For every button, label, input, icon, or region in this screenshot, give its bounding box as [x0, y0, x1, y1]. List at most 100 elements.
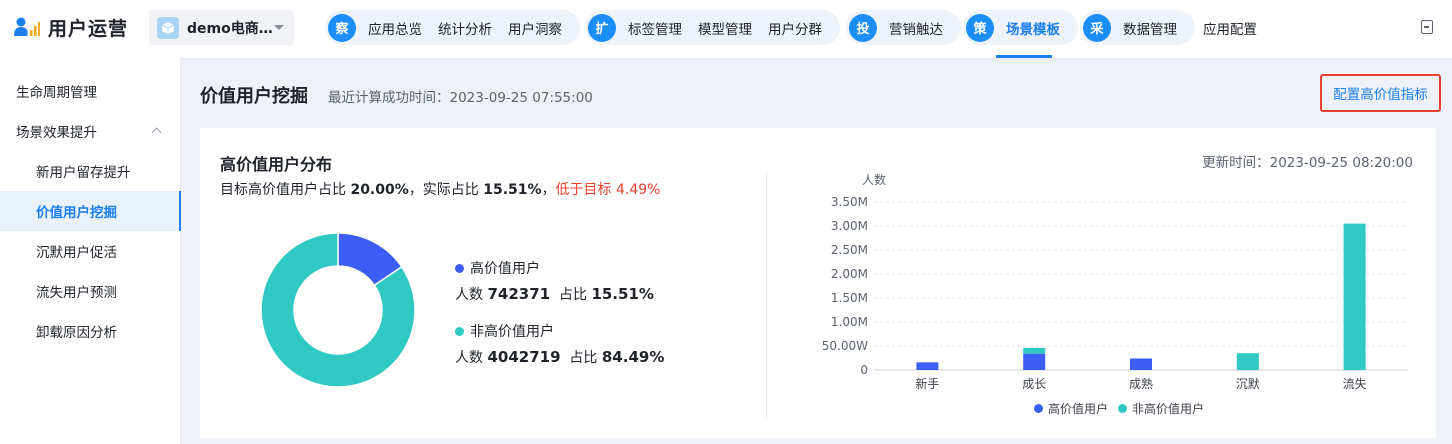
- y-tick-label: 2.00M: [831, 267, 868, 281]
- bar-沉默-非高价值用户[interactable]: [1236, 353, 1259, 370]
- nav-scene-templates[interactable]: 场景模板: [998, 18, 1068, 38]
- sidebar-item-label: 生命周期管理: [16, 85, 97, 101]
- bar-新手-高价值用户[interactable]: [916, 362, 939, 370]
- app-selector[interactable]: demo电商…: [149, 10, 294, 45]
- legend-dot: [455, 326, 464, 336]
- nav-group-deliver: 投 营销触达: [846, 10, 961, 45]
- sidebar-item-label: 流失用户预测: [36, 285, 117, 301]
- donut-chart[interactable]: [260, 232, 416, 388]
- sidebar-item-silent-user-activation[interactable]: 沉默用户促活: [0, 231, 181, 271]
- nav-group-observe: 察 应用总览 统计分析 用户洞察: [325, 10, 580, 45]
- summary-sep: ，: [541, 182, 556, 198]
- y-tick-label: 1.50M: [831, 291, 868, 305]
- top-nav-bar: 用户运营 demo电商… 察 应用总览 统计分析 用户洞察 扩 标签管理 模型管…: [0, 0, 1452, 58]
- card-title: 高价值用户分布: [220, 155, 333, 174]
- stacked-bar-chart[interactable]: 人数 0 50.00W 1.00M 1.50M 2.00M 2.50M 3.00M 3.50M 新…: [800, 168, 1420, 400]
- users-chart-icon: [14, 17, 40, 36]
- sidebar-item-label: 场景效果提升: [16, 125, 97, 141]
- bar-流失-非高价值用户[interactable]: [1343, 223, 1366, 370]
- nav-statistics[interactable]: 统计分析: [430, 18, 500, 38]
- ratio-label: 占比: [569, 350, 598, 366]
- target-summary: 目标高价值用户占比 20.00%，实际占比 15.51%，低于目标 4.49%: [220, 179, 660, 199]
- legend-label: 非高价值用户: [1132, 402, 1205, 416]
- legend-item-non-high-value[interactable]: 非高价值用户: [1118, 400, 1204, 417]
- summary-warning: 低于目标 4.49%: [556, 182, 661, 198]
- nav-app-config[interactable]: 应用配置: [1203, 18, 1257, 38]
- legend-dot: [1034, 404, 1043, 413]
- bar-成长-非高价值用户[interactable]: [1023, 347, 1046, 354]
- x-tick-label: 流失: [1343, 376, 1367, 391]
- last-calculation-time: 最近计算成功时间：2023-09-25 07:55:00: [328, 90, 593, 106]
- sidebar: 生命周期管理 场景效果提升 新用户留存提升 价值用户挖掘 沉默用户促活 流失用户…: [0, 58, 181, 444]
- nav-group-collect: 采 数据管理: [1080, 10, 1195, 45]
- summary-target: 20.00%: [350, 182, 409, 198]
- nav-user-segments[interactable]: 用户分群: [760, 18, 830, 38]
- bar-成长-高价值用户[interactable]: [1023, 353, 1046, 370]
- card-divider: [766, 173, 767, 420]
- nav-model-management[interactable]: 模型管理: [690, 18, 760, 38]
- nav-badge-expand: 扩: [588, 13, 616, 42]
- nav-tag-management[interactable]: 标签管理: [620, 18, 690, 38]
- caret-down-icon: [274, 25, 284, 30]
- ratio-value: 84.49%: [601, 348, 665, 366]
- x-tick-label: 成长: [1022, 377, 1046, 391]
- nav-badge-collect: 采: [1083, 13, 1111, 42]
- legend-item-high-value[interactable]: 高价值用户: [1034, 400, 1108, 417]
- document-icon[interactable]: [1421, 20, 1433, 34]
- y-tick-label: 2.50M: [831, 243, 868, 257]
- sidebar-item-uninstall-analysis[interactable]: 卸载原因分析: [0, 311, 181, 351]
- cube-icon: [157, 16, 179, 39]
- nav-badge-strategy: 策: [966, 13, 994, 42]
- count-label: 人数: [455, 287, 483, 303]
- nav-badge-observe: 察: [328, 13, 356, 42]
- legend-dot: [1118, 404, 1128, 413]
- nav-marketing-reach[interactable]: 营销触达: [881, 18, 951, 38]
- distribution-card: 高价值用户分布 目标高价值用户占比 20.00%，实际占比 15.51%，低于目…: [200, 128, 1436, 438]
- summary-actual: 15.51%: [483, 182, 542, 198]
- donut-legend-high-value: 高价值用户 人数 742371 占比 15.51%: [455, 258, 654, 304]
- y-tick-label: 0: [860, 363, 868, 377]
- nav-user-insight[interactable]: 用户洞察: [500, 18, 570, 38]
- active-nav-underline: [996, 55, 1052, 58]
- ratio-value: 15.51%: [591, 285, 654, 303]
- page-title: 价值用户挖掘: [200, 86, 308, 107]
- summary-warning-label: 低于目标: [555, 182, 616, 198]
- summary-warning-value: 4.49%: [615, 182, 661, 198]
- app-title: 用户运营: [48, 18, 129, 40]
- bar-chart-legend: 高价值用户 非高价值用户: [1034, 400, 1214, 417]
- nav-group-strategy: 策 场景模板: [963, 10, 1078, 45]
- x-tick-label: 成熟: [1129, 376, 1153, 391]
- y-tick-label: 3.00M: [831, 219, 868, 233]
- sidebar-item-label: 沉默用户促活: [36, 245, 117, 261]
- app-selector-value: demo电商…: [187, 20, 273, 37]
- nav-badge-deliver: 投: [849, 13, 877, 42]
- legend-label: 非高价值用户: [470, 324, 554, 340]
- ratio-label: 占比: [558, 287, 587, 303]
- y-tick-label: 50.00W: [822, 339, 868, 353]
- y-axis-label: 人数: [862, 172, 886, 187]
- sidebar-item-label: 新用户留存提升: [36, 165, 131, 181]
- chevron-up-icon: [151, 127, 162, 138]
- nav-data-management[interactable]: 数据管理: [1115, 18, 1185, 38]
- donut-legend-non-high-value: 非高价值用户 人数 4042719 占比 84.49%: [455, 321, 664, 367]
- app-logo[interactable]: 用户运营: [14, 14, 128, 41]
- nav-app-overview[interactable]: 应用总览: [360, 18, 430, 38]
- sidebar-item-scene-effect[interactable]: 场景效果提升: [0, 111, 181, 151]
- sidebar-item-churn-prediction[interactable]: 流失用户预测: [0, 271, 181, 311]
- legend-label: 高价值用户: [470, 261, 540, 277]
- sidebar-item-new-user-retention[interactable]: 新用户留存提升: [0, 151, 181, 191]
- x-tick-label: 沉默: [1236, 376, 1260, 391]
- count-label: 人数: [455, 350, 483, 366]
- nav-group-expand: 扩 标签管理 模型管理 用户分群: [585, 10, 840, 45]
- summary-prefix: 目标高价值用户占比: [220, 182, 351, 198]
- configure-high-value-metric-link[interactable]: 配置高价值指标: [1320, 74, 1441, 112]
- sidebar-item-label: 价值用户挖掘: [36, 205, 117, 221]
- sidebar-item-lifecycle[interactable]: 生命周期管理: [0, 71, 181, 111]
- count-value: 4042719: [487, 348, 561, 366]
- y-tick-label: 3.50M: [831, 195, 868, 209]
- sidebar-item-value-user-mining[interactable]: 价值用户挖掘: [0, 191, 181, 231]
- legend-label: 高价值用户: [1048, 402, 1109, 416]
- x-tick-label: 新手: [915, 376, 939, 391]
- bar-成熟-高价值用户[interactable]: [1130, 358, 1152, 370]
- legend-dot: [455, 263, 464, 273]
